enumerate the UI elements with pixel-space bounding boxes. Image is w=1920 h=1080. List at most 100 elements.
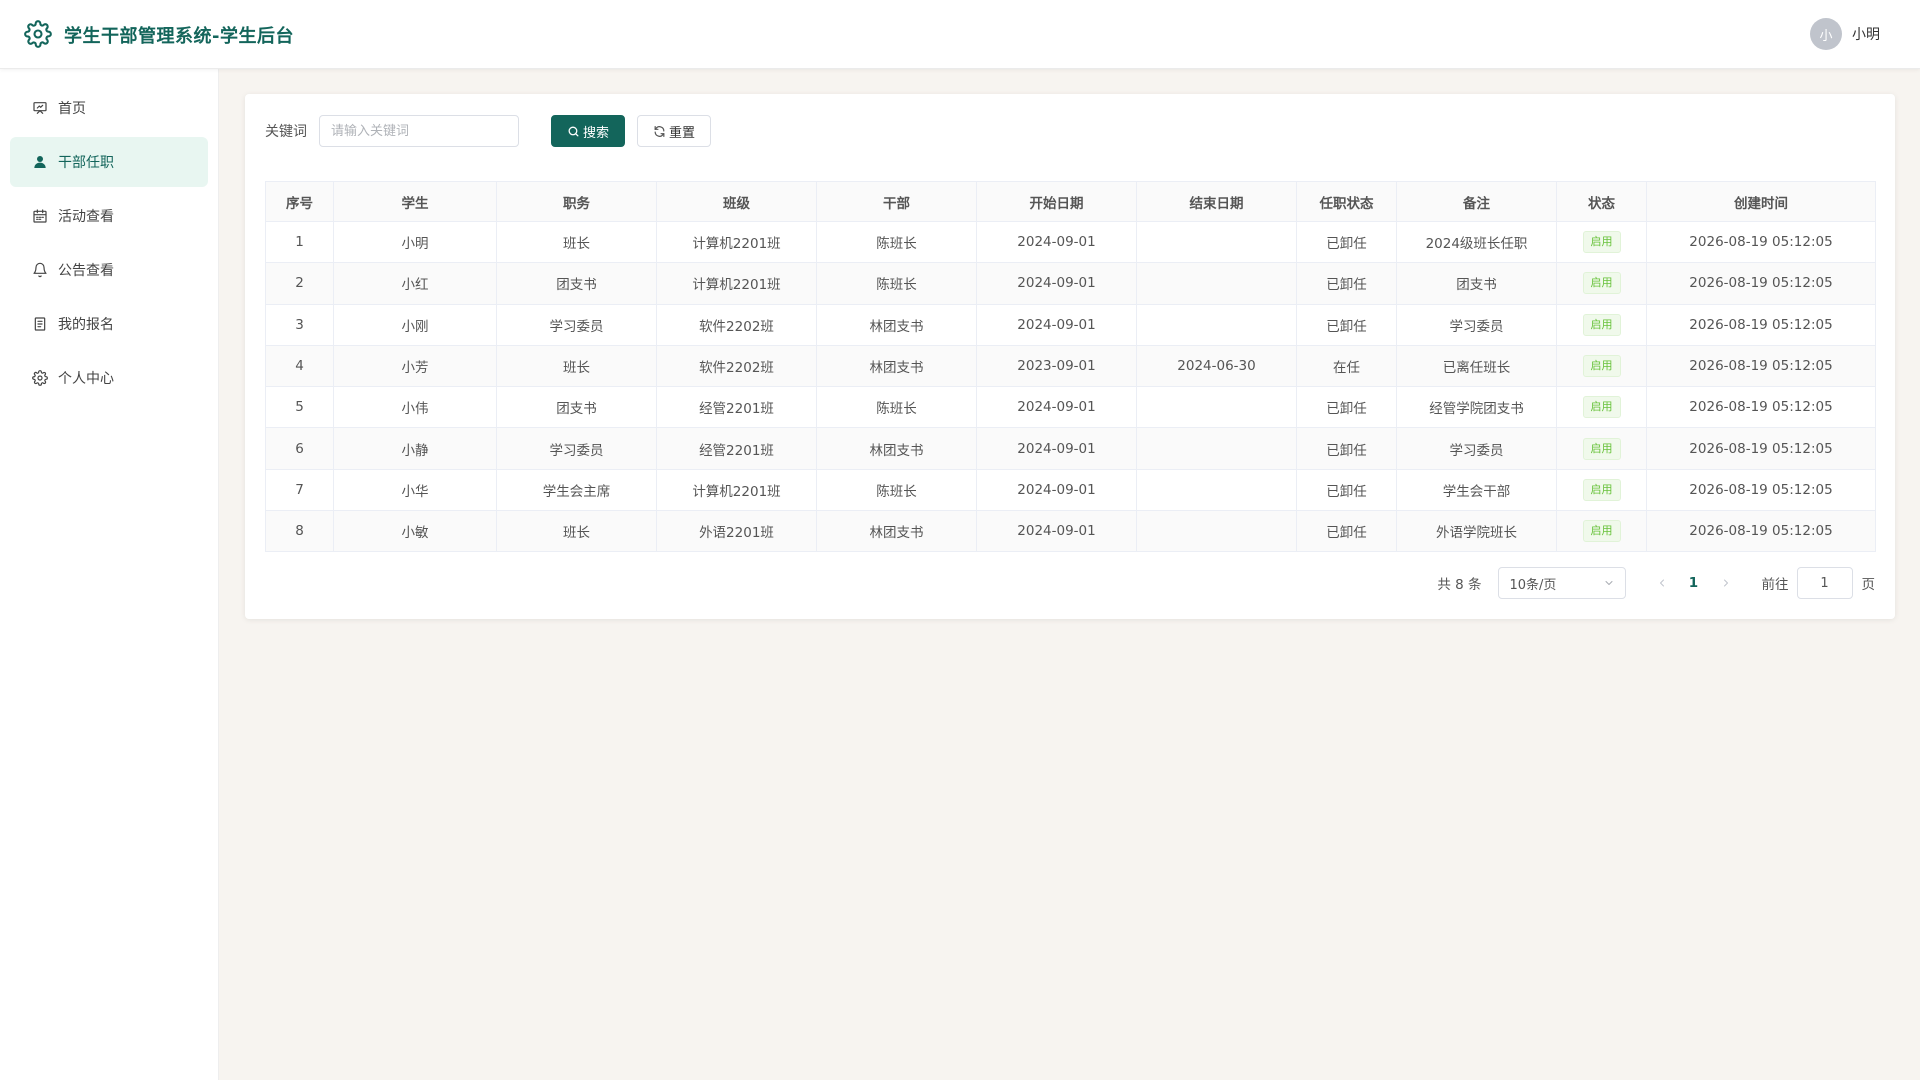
page-size-select[interactable]: 10条/页 [1497, 567, 1626, 599]
header-end-date: 结束日期 [1136, 181, 1297, 222]
cell-end-date [1136, 468, 1297, 512]
goto-page-input[interactable] [1796, 567, 1853, 599]
cell-cadre: 陈班长 [816, 262, 977, 305]
cell-cadre: 林团支书 [816, 510, 977, 553]
cell-position: 团支书 [496, 262, 657, 305]
chevron-left-icon [1659, 579, 1664, 587]
cell-created-time: 2026-08-19 05:12:05 [1646, 386, 1876, 429]
search-icon [568, 126, 579, 136]
cell-class: 计算机2201班 [656, 468, 817, 512]
search-bar: 关键词 搜索 重置 [265, 115, 712, 147]
cell-cadre: 林团支书 [816, 303, 977, 346]
cell-end-date [1136, 510, 1297, 553]
cell-cadre: 陈班长 [816, 220, 977, 264]
cell-status: 启用 [1556, 427, 1647, 470]
cell-class: 计算机2201班 [656, 262, 817, 305]
pagination: 共 8 条 10条/页 1 前往 页 [1437, 567, 1875, 599]
status-badge: 启用 [1582, 396, 1621, 419]
cell-remarks: 已离任班长 [1396, 344, 1557, 388]
cadre-table: 序号 学生 职务 班级 干部 开始日期 结束日期 任职状态 备注 状态 创建时间… [265, 181, 1876, 553]
cell-remarks: 学生会干部 [1396, 468, 1557, 512]
cell-index: 2 [265, 262, 334, 305]
cell-created-time: 2026-08-19 05:12:05 [1646, 427, 1876, 470]
search-button-label: 搜索 [583, 125, 610, 141]
cell-position: 班长 [496, 344, 657, 388]
cell-index: 6 [265, 427, 334, 470]
keyword-input[interactable] [319, 115, 519, 147]
cell-student: 小芳 [333, 344, 497, 388]
presentation-icon [33, 102, 47, 114]
cell-remarks: 学习委员 [1396, 427, 1557, 470]
cell-remarks: 外语学院班长 [1396, 510, 1557, 553]
cell-cadre: 林团支书 [816, 344, 977, 388]
cell-created-time: 2026-08-19 05:12:05 [1646, 344, 1876, 388]
sidebar-item-my-registrations[interactable]: 我的报名 [10, 299, 208, 349]
header-student: 学生 [333, 181, 497, 222]
status-badge: 启用 [1582, 313, 1621, 336]
cell-status: 启用 [1556, 303, 1647, 346]
table-row: 1 小明 班长 计算机2201班 陈班长 2024-09-01 已卸任 2024级班长任职 启用… [265, 220, 1876, 264]
avatar[interactable]: 小 [1810, 18, 1842, 50]
user-menu[interactable]: 小 小明 [1810, 18, 1880, 50]
prev-page-button[interactable] [1646, 567, 1678, 599]
status-badge: 启用 [1582, 520, 1621, 543]
sidebar-item-label: 活动查看 [58, 209, 114, 225]
page-number-current[interactable]: 1 [1678, 575, 1710, 591]
cell-status: 启用 [1556, 386, 1647, 429]
sidebar-item-profile[interactable]: 个人中心 [10, 353, 208, 403]
table-body: 1 小明 班长 计算机2201班 陈班长 2024-09-01 已卸任 2024级班长任职 启用… [265, 220, 1876, 553]
cell-remarks: 学习委员 [1396, 303, 1557, 346]
sidebar-item-cadre-appointment[interactable]: 干部任职 [10, 137, 208, 187]
cell-class: 软件2202班 [656, 303, 817, 346]
cell-index: 1 [265, 220, 334, 264]
header-status: 状态 [1556, 181, 1647, 222]
search-button[interactable]: 搜索 [551, 115, 626, 147]
cell-index: 5 [265, 386, 334, 429]
sidebar-item-label: 我的报名 [58, 317, 114, 333]
cell-remarks: 团支书 [1396, 262, 1557, 305]
table-row: 6 小静 学习委员 经管2201班 林团支书 2024-09-01 已卸任 学习委员 启用 202… [265, 427, 1876, 470]
next-page-button[interactable] [1710, 567, 1742, 599]
table-row: 4 小芳 班长 软件2202班 林团支书 2023-09-01 2024-06-30 在任 已离… [265, 344, 1876, 388]
cell-start-date: 2024-09-01 [976, 427, 1137, 470]
chevron-down-icon [1605, 581, 1612, 585]
cell-position: 团支书 [496, 386, 657, 429]
reset-button[interactable]: 重置 [637, 115, 712, 147]
header-index: 序号 [265, 181, 334, 222]
user-name[interactable]: 小明 [1852, 24, 1880, 44]
header-position: 职务 [496, 181, 657, 222]
table-row: 5 小伟 团支书 经管2201班 陈班长 2024-09-01 已卸任 经管学院团支书 启用 20… [265, 386, 1876, 429]
cell-index: 8 [265, 510, 334, 553]
cell-start-date: 2024-09-01 [976, 386, 1137, 429]
cell-cadre: 陈班长 [816, 386, 977, 429]
cell-index: 4 [265, 344, 334, 388]
cell-tenure-status: 已卸任 [1296, 468, 1397, 512]
cell-start-date: 2024-09-01 [976, 510, 1137, 553]
bell-icon [33, 262, 47, 278]
page-size-value: 10条/页 [1509, 577, 1557, 593]
sidebar-item-activities[interactable]: 活动查看 [10, 191, 208, 241]
cell-created-time: 2026-08-19 05:12:05 [1646, 303, 1876, 346]
sidebar-item-announcements[interactable]: 公告查看 [10, 245, 208, 295]
sidebar-item-label: 公告查看 [58, 263, 114, 279]
table-row: 2 小红 团支书 计算机2201班 陈班长 2024-09-01 已卸任 团支书 启用 2026-… [265, 262, 1876, 305]
gear-logo-icon [24, 20, 52, 48]
sidebar-item-home[interactable]: 首页 [10, 83, 208, 133]
cell-index: 3 [265, 303, 334, 346]
refresh-icon [654, 125, 665, 137]
app-title: 学生干部管理系统-学生后台 [64, 26, 294, 47]
status-badge: 启用 [1582, 355, 1621, 378]
cell-student: 小静 [333, 427, 497, 470]
cell-status: 启用 [1556, 344, 1647, 388]
cell-end-date [1136, 386, 1297, 429]
document-icon [34, 317, 46, 331]
keyword-label: 关键词 [265, 124, 307, 140]
cell-student: 小明 [333, 220, 497, 264]
table-row: 3 小刚 学习委员 软件2202班 林团支书 2024-09-01 已卸任 学习委员 启用 202… [265, 303, 1876, 346]
header-remarks: 备注 [1396, 181, 1557, 222]
cell-start-date: 2024-09-01 [976, 262, 1137, 305]
cell-tenure-status: 已卸任 [1296, 386, 1397, 429]
total-count: 共 8 条 [1437, 577, 1482, 593]
calendar-icon [33, 209, 47, 223]
header-tenure-status: 任职状态 [1296, 181, 1397, 222]
